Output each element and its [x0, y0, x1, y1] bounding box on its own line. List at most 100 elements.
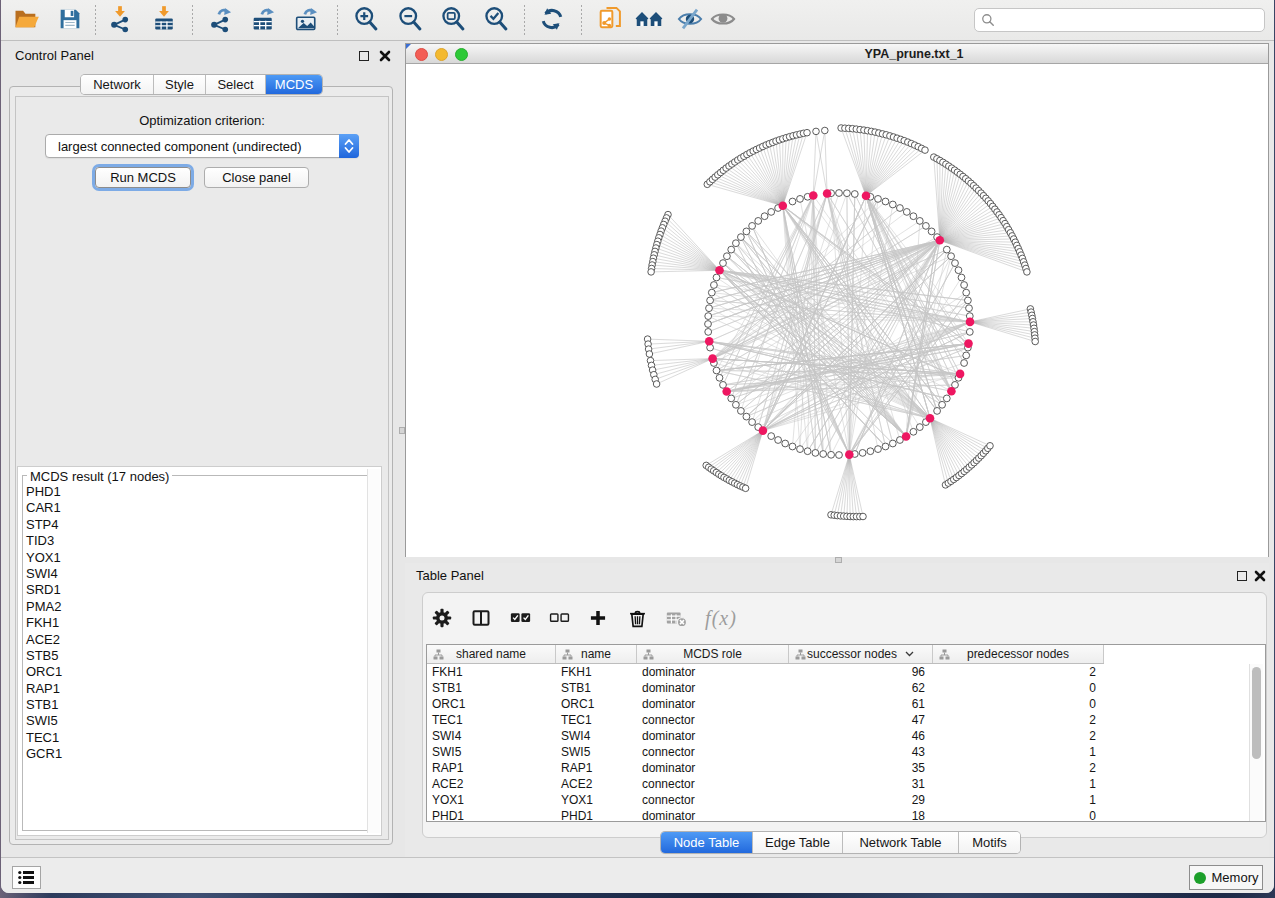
gear-button[interactable] — [431, 607, 453, 629]
result-node-item[interactable]: RAP1 — [22, 681, 62, 697]
hide-eye-button[interactable] — [675, 6, 705, 36]
column-header-successor-nodes[interactable]: successor nodes — [789, 645, 933, 663]
table-row-ORC1[interactable]: ORC1ORC1dominator610 — [427, 696, 1104, 712]
table-row-SWI5[interactable]: SWI5SWI5connector431 — [427, 744, 1104, 760]
cell-MCDS-role: dominator — [642, 680, 695, 696]
table-row-STB1[interactable]: STB1STB1dominator620 — [427, 680, 1104, 696]
close-panel-icon[interactable] — [379, 50, 391, 62]
cell-MCDS-role: dominator — [642, 760, 695, 776]
home-button[interactable] — [634, 6, 664, 36]
deselect-all-button[interactable] — [548, 607, 570, 629]
mcds-result-box: MCDS result (17 nodes) PHD1CAR1STP4TID3Y… — [17, 466, 382, 836]
table-scrollbar-thumb[interactable] — [1252, 667, 1261, 759]
export-image-button[interactable] — [291, 6, 321, 36]
table-row-RAP1[interactable]: RAP1RAP1dominator352 — [427, 760, 1104, 776]
gear-icon — [432, 608, 452, 628]
cell-MCDS-role: connector — [642, 712, 695, 728]
export-network-button[interactable] — [205, 6, 235, 36]
select-all-button[interactable] — [509, 607, 531, 629]
result-node-item[interactable]: SRD1 — [22, 582, 62, 598]
network-window-titlebar[interactable]: YPA_prune.txt_1 — [406, 44, 1268, 64]
cell-predecessor-nodes: 2 — [933, 760, 1096, 776]
result-node-item[interactable]: ORC1 — [22, 664, 62, 680]
network-canvas[interactable] — [406, 65, 1268, 557]
float-table-panel-icon[interactable] — [1237, 571, 1247, 581]
function-button[interactable]: f(x) — [704, 607, 738, 629]
result-node-item[interactable]: FKH1 — [22, 615, 62, 631]
result-node-item[interactable]: CAR1 — [22, 500, 62, 516]
zoom-fit-button[interactable] — [438, 6, 468, 36]
delete-button[interactable] — [626, 607, 648, 629]
cell-name: RAP1 — [561, 760, 592, 776]
result-node-item[interactable]: STB5 — [22, 648, 62, 664]
memory-button[interactable]: Memory — [1189, 865, 1263, 890]
table-row-ACE2[interactable]: ACE2ACE2connector311 — [427, 776, 1104, 792]
tab-network[interactable]: Network — [81, 75, 154, 94]
close-traffic-light[interactable] — [415, 48, 428, 61]
refresh-button[interactable] — [537, 6, 567, 36]
result-node-item[interactable]: TID3 — [22, 533, 62, 549]
tab-mcds[interactable]: MCDS — [266, 75, 322, 94]
import-table-button[interactable] — [149, 6, 179, 36]
mcds-panel: Optimization criterion: largest connecte… — [15, 96, 389, 840]
result-node-item[interactable]: PHD1 — [22, 484, 62, 500]
result-node-item[interactable]: TEC1 — [22, 730, 62, 746]
table-row-FKH1[interactable]: FKH1FKH1dominator962 — [427, 664, 1104, 680]
result-node-item[interactable]: SWI4 — [22, 566, 62, 582]
columns-button[interactable] — [470, 607, 492, 629]
float-panel-icon[interactable] — [359, 51, 369, 61]
result-node-item[interactable]: YOX1 — [22, 550, 62, 566]
cell-predecessor-nodes: 2 — [933, 728, 1096, 744]
column-header-shared-name[interactable]: shared name — [427, 645, 556, 663]
table-row-TEC1[interactable]: TEC1TEC1connector472 — [427, 712, 1104, 728]
tab-edge-table[interactable]: Edge Table — [753, 832, 843, 853]
mcds-result-list[interactable]: PHD1CAR1STP4TID3YOX1SWI4SRD1PMA2FKH1ACE2… — [22, 484, 62, 763]
close-panel-button[interactable]: Close panel — [204, 167, 309, 188]
column-type-icon — [939, 649, 950, 663]
delete-table-button[interactable] — [665, 607, 687, 629]
export-table-button[interactable] — [248, 6, 278, 36]
search-input[interactable] — [995, 9, 1264, 31]
minimize-traffic-light[interactable] — [435, 48, 448, 61]
result-node-item[interactable]: STP4 — [22, 517, 62, 533]
result-node-item[interactable]: PMA2 — [22, 599, 62, 615]
column-header-name[interactable]: name — [556, 645, 637, 663]
result-node-item[interactable]: GCR1 — [22, 746, 62, 762]
search-box[interactable] — [974, 8, 1265, 32]
result-node-item[interactable]: SWI5 — [22, 713, 62, 729]
cell-name: FKH1 — [561, 664, 592, 680]
zoom-traffic-light[interactable] — [455, 48, 468, 61]
table-row-YOX1[interactable]: YOX1YOX1connector291 — [427, 792, 1104, 808]
tab-style[interactable]: Style — [154, 75, 206, 94]
show-eye-button[interactable] — [708, 6, 738, 36]
criterion-dropdown[interactable]: largest connected component (undirected) — [45, 134, 359, 158]
run-mcds-button[interactable]: Run MCDS — [95, 167, 191, 188]
zoom-out-button[interactable] — [395, 6, 425, 36]
result-list-scrollbar[interactable] — [367, 469, 380, 833]
tab-select[interactable]: Select — [206, 75, 266, 94]
table-scrollbar[interactable] — [1249, 664, 1263, 821]
import-network-button[interactable] — [105, 6, 135, 36]
column-header-MCDS-role[interactable]: MCDS role — [637, 645, 789, 663]
add-button[interactable] — [587, 607, 609, 629]
result-node-item[interactable]: STB1 — [22, 697, 62, 713]
close-table-panel-icon[interactable] — [1254, 570, 1266, 582]
table-row-PHD1[interactable]: PHD1PHD1dominator180 — [427, 808, 1104, 822]
column-header-predecessor-nodes[interactable]: predecessor nodes — [933, 645, 1104, 663]
hide-eye-icon — [676, 5, 704, 37]
cell-MCDS-role: connector — [642, 792, 695, 808]
zoom-fit-icon — [439, 5, 467, 37]
main-toolbar — [1, 0, 1274, 41]
tab-node-table[interactable]: Node Table — [661, 832, 753, 853]
zoom-in-button[interactable] — [351, 6, 381, 36]
cell-shared-name: YOX1 — [432, 792, 464, 808]
tab-network-table[interactable]: Network Table — [843, 832, 959, 853]
tab-motifs[interactable]: Motifs — [959, 832, 1020, 853]
zoom-selected-button[interactable] — [481, 6, 511, 36]
table-row-SWI4[interactable]: SWI4SWI4dominator462 — [427, 728, 1104, 744]
task-history-button[interactable] — [12, 866, 41, 889]
open-file-button[interactable] — [11, 6, 41, 36]
save-button[interactable] — [55, 6, 85, 36]
result-node-item[interactable]: ACE2 — [22, 632, 62, 648]
clone-network-button[interactable] — [595, 6, 625, 36]
